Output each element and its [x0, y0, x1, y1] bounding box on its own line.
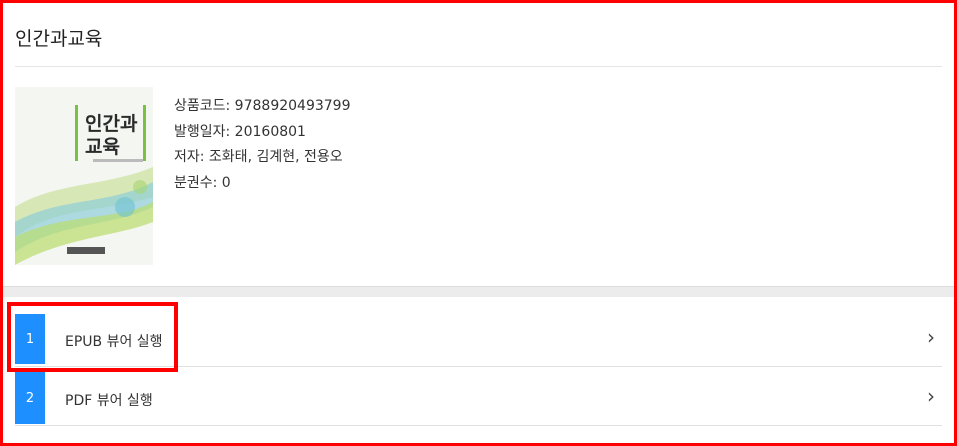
- chevron-right-icon[interactable]: ›: [927, 384, 935, 408]
- pdf-viewer-label[interactable]: PDF 뷰어 실행: [65, 390, 153, 410]
- book-cover-image: 인간과 교육: [15, 87, 153, 265]
- pdf-viewer-row[interactable]: 2 PDF 뷰어 실행 ›: [15, 367, 942, 426]
- product-code: 상품코드: 9788920493799: [174, 98, 351, 114]
- cover-subtitle-bar: [93, 159, 143, 162]
- row-index-badge: 2: [15, 372, 45, 424]
- divider: [15, 66, 942, 67]
- volume-count: 분권수: 0: [174, 174, 231, 191]
- section-separator: [3, 286, 954, 297]
- page-title: 인간과교육: [15, 28, 103, 50]
- epub-viewer-row[interactable]: 1 EPUB 뷰어 실행 ›: [15, 308, 942, 367]
- cover-bracket-right: [139, 105, 146, 161]
- row-index-badge: 1: [15, 314, 45, 364]
- chevron-right-icon[interactable]: ›: [927, 325, 935, 349]
- cover-bracket-left: [75, 105, 82, 161]
- epub-viewer-label[interactable]: EPUB 뷰어 실행: [65, 331, 163, 351]
- book-meta: 상품코드: 9788920493799 발행일자: 20160801 저자: 조…: [174, 94, 350, 196]
- publish-date: 발행일자: 20160801: [174, 123, 306, 140]
- authors: 저자: 조화태, 김계현, 전용오: [174, 149, 343, 165]
- publisher-logo: [67, 247, 105, 254]
- cover-title-line2: 교육: [85, 136, 120, 158]
